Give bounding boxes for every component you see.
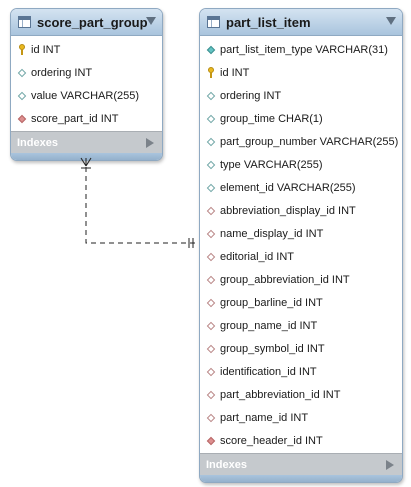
- relationship-line: [85, 158, 199, 244]
- relationship-connector[interactable]: [0, 0, 411, 487]
- crow-foot-many-icon: [80, 157, 92, 169]
